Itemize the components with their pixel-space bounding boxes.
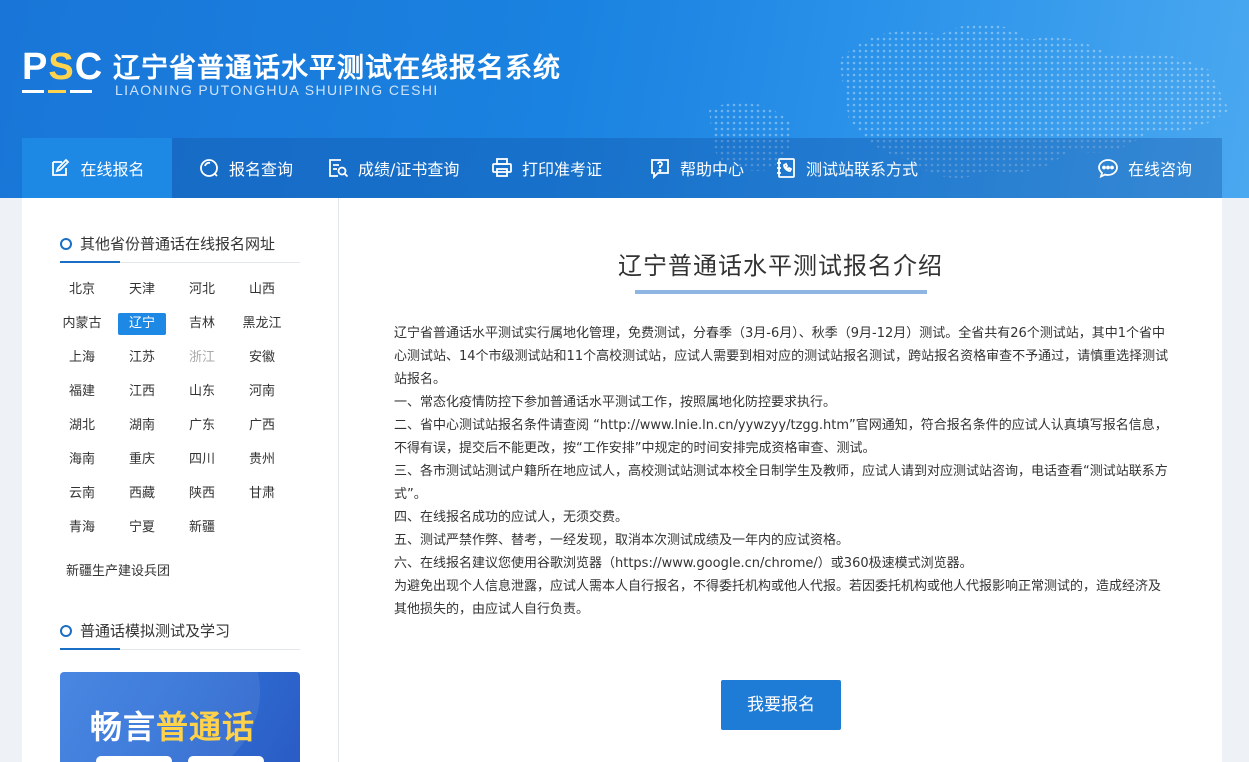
provinces-heading-text: 其他省份普通话在线报名网址: [80, 235, 276, 253]
study-heading-text: 普通话模拟测试及学习: [80, 622, 231, 640]
intro-paragraph: 五、测试严禁作弊、替考，一经发现，取消本次测试成绩及一年内的应试资格。: [394, 533, 850, 548]
logo-letter-c: C: [74, 46, 104, 88]
site-title: 辽宁省普通话水平测试在线报名系统: [113, 53, 561, 84]
nav-registration-query[interactable]: 报名查询: [198, 138, 293, 198]
circle-bullet-icon: [60, 237, 72, 250]
province-link[interactable]: 广东: [178, 415, 226, 437]
province-link[interactable]: 浙江: [178, 347, 226, 369]
province-link[interactable]: 宁夏: [118, 517, 166, 539]
province-link[interactable]: 北京: [58, 279, 106, 301]
main-nav: 在线报名 报名查询 成绩/证书查询 打印准考证 帮助中心 测试站联系方式 在线咨…: [22, 138, 1222, 198]
province-link[interactable]: 新疆: [178, 517, 226, 539]
nav-label: 测试站联系方式: [806, 160, 919, 179]
printer-icon: [492, 158, 512, 177]
intro-paragraph: 为避免出现个人信息泄露，应试人需本人自行报名，不得委托机构或他人代报。若因委托机…: [394, 579, 1162, 617]
site-header: PSC 辽宁省普通话水平测试在线报名系统 LIAONING PUTONGHUA …: [0, 0, 1249, 198]
title-underline: [635, 290, 927, 294]
intro-paragraph: 辽宁省普通话水平测试实行属地化管理，免费测试，分春季（3月-6月）、秋季（9月-…: [394, 326, 1169, 387]
province-link[interactable]: 黑龙江: [238, 313, 286, 335]
intro-paragraph: 四、在线报名成功的应试人，无须交费。: [394, 510, 629, 525]
nav-label: 打印准考证: [522, 160, 603, 179]
chat-icon: [1098, 159, 1118, 179]
banner-pill: [188, 756, 264, 762]
province-link[interactable]: 上海: [58, 347, 106, 369]
province-link[interactable]: 湖北: [58, 415, 106, 437]
province-link[interactable]: 安徽: [238, 347, 286, 369]
nav-station-contacts[interactable]: 测试站联系方式: [775, 138, 918, 198]
register-button[interactable]: 我要报名: [721, 680, 841, 730]
phone-book-icon: [777, 158, 795, 178]
province-link[interactable]: 河北: [178, 279, 226, 301]
province-link[interactable]: 广西: [238, 415, 286, 437]
nav-score-certificate-query[interactable]: 成绩/证书查询: [327, 138, 459, 198]
provinces-heading: 其他省份普通话在线报名网址: [60, 233, 275, 254]
nav-label: 在线咨询: [1128, 160, 1193, 179]
province-link[interactable]: 湖南: [118, 415, 166, 437]
logo-letter-s: S: [48, 46, 75, 88]
province-link[interactable]: 四川: [178, 449, 226, 471]
province-link[interactable]: 江苏: [118, 347, 166, 369]
province-link[interactable]: 贵州: [238, 449, 286, 471]
logo-letter-p: P: [22, 46, 49, 88]
province-link[interactable]: 河南: [238, 381, 286, 403]
document-search-icon: [329, 159, 349, 178]
nav-online-registration[interactable]: 在线报名: [22, 138, 172, 198]
search-circle-icon: [200, 159, 218, 177]
nav-label: 报名查询: [229, 160, 294, 179]
help-icon: [651, 159, 669, 179]
province-link[interactable]: 福建: [58, 381, 106, 403]
main-content: 辽宁普通话水平测试报名介绍 辽宁省普通话水平测试实行属地化管理，免费测试，分春季…: [339, 198, 1222, 762]
heading-divider: [60, 648, 300, 650]
edit-icon: [52, 158, 70, 176]
banner-text-a: 畅言: [90, 708, 157, 746]
intro-text: 辽宁省普通话水平测试实行属地化管理，免费测试，分春季（3月-6月）、秋季（9月-…: [394, 322, 1169, 621]
intro-title: 辽宁普通话水平测试报名介绍: [618, 252, 943, 280]
nav-online-consult[interactable]: 在线咨询: [1097, 138, 1192, 198]
province-link[interactable]: 海南: [58, 449, 106, 471]
province-link[interactable]: 陕西: [178, 483, 226, 505]
sidebar: 其他省份普通话在线报名网址 北京 天津 河北 山西内蒙古 辽宁 吉林 黑龙江上海 江苏 浙江 安徽…: [22, 198, 339, 762]
changyan-putonghua-banner[interactable]: 畅言普通话: [60, 672, 300, 762]
nav-print-admission[interactable]: 打印准考证: [491, 138, 602, 198]
nav-label: 帮助中心: [680, 160, 745, 179]
study-heading: 普通话模拟测试及学习: [60, 620, 230, 641]
province-link[interactable]: 青海: [58, 517, 106, 539]
province-link[interactable]: 云南: [58, 483, 106, 505]
nav-help-center[interactable]: 帮助中心: [649, 138, 744, 198]
province-link[interactable]: 重庆: [118, 449, 166, 471]
banner-pill: [96, 756, 172, 762]
province-link[interactable]: 辽宁: [118, 313, 166, 335]
province-link[interactable]: 山西: [238, 279, 286, 301]
nav-label: 成绩/证书查询: [358, 160, 460, 179]
banner-text-b: 普通话: [156, 708, 256, 746]
province-link[interactable]: 吉林: [178, 313, 226, 335]
logo-bars: [22, 90, 92, 98]
psc-logo: PSC: [22, 46, 102, 100]
province-link-bingtuan[interactable]: 新疆生产建设兵团: [66, 560, 170, 579]
intro-paragraph: 二、省中心测试站报名条件请查阅 “http://www.lnie.ln.cn/y…: [394, 418, 1168, 456]
circle-bullet-icon: [60, 624, 72, 637]
province-link[interactable]: 内蒙古: [58, 313, 106, 335]
province-link[interactable]: 西藏: [118, 483, 166, 505]
intro-paragraph: 一、常态化疫情防控下参加普通话水平测试工作，按照属地化防控要求执行。: [394, 395, 837, 410]
nav-label: 在线报名: [80, 160, 145, 179]
province-link[interactable]: 天津: [118, 279, 166, 301]
province-link[interactable]: 甘肃: [238, 483, 286, 505]
heading-divider: [60, 261, 300, 263]
site-subtitle: LIAONING PUTONGHUA SHUIPING CESHI: [115, 82, 439, 98]
province-link[interactable]: 江西: [118, 381, 166, 403]
intro-paragraph: 三、各市测试站测试户籍所在地应试人，高校测试站测试本校全日制学生及教师，应试人请…: [394, 464, 1168, 502]
province-link[interactable]: 山东: [178, 381, 226, 403]
intro-paragraph: 六、在线报名建议您使用谷歌浏览器（https://www.google.cn/c…: [394, 556, 973, 571]
